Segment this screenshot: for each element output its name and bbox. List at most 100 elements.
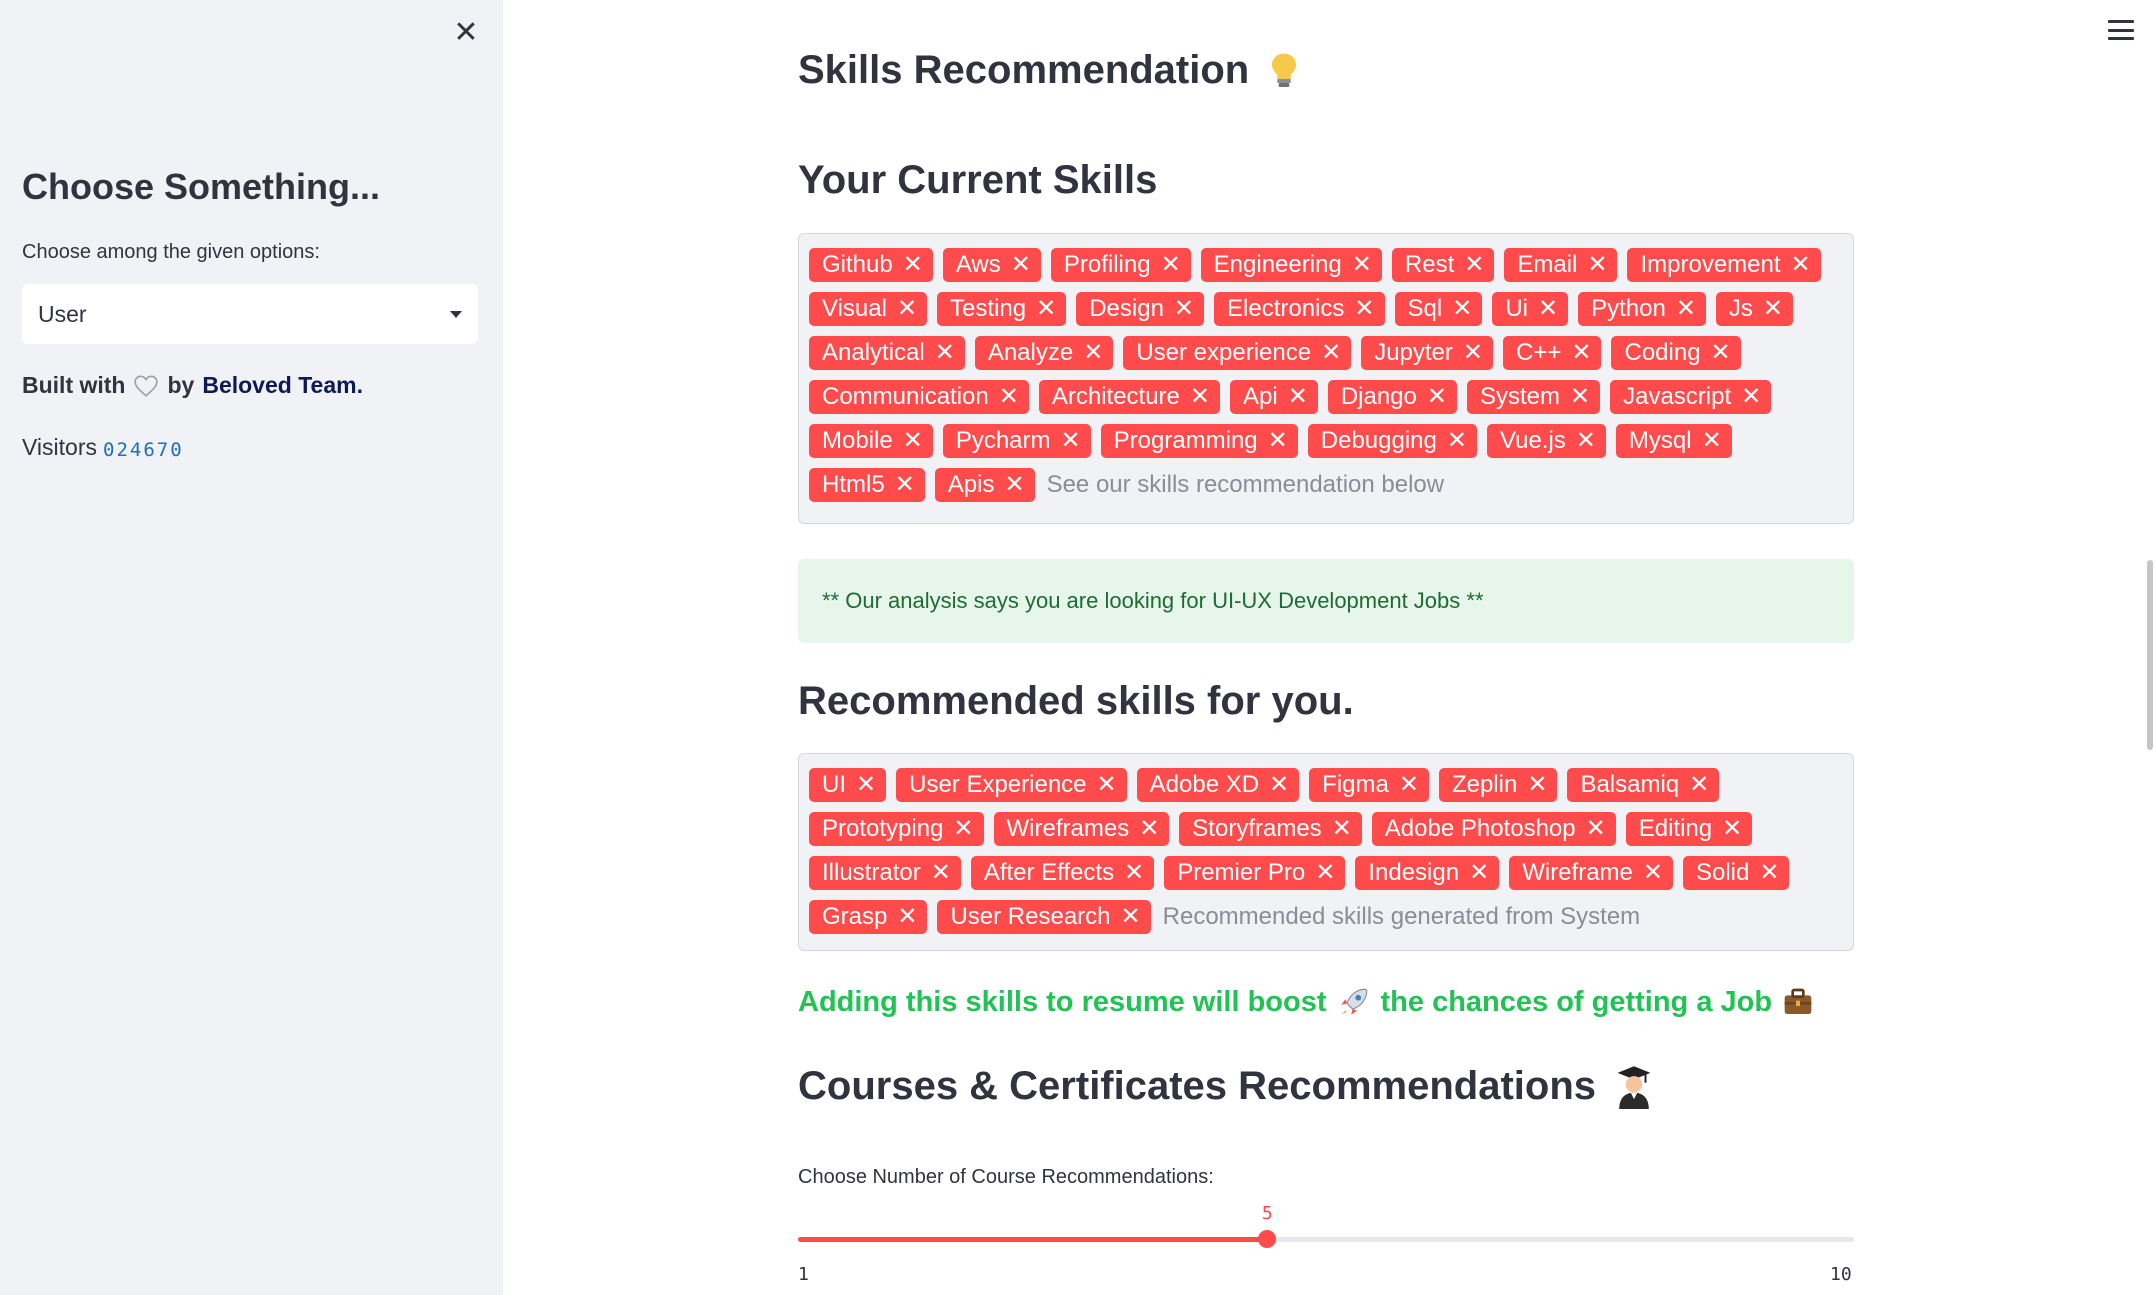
skill-tag[interactable]: Grasp ✕ [809,900,928,934]
skill-tag[interactable]: Github ✕ [809,248,933,282]
remove-tag-icon[interactable]: ✕ [1124,861,1144,885]
remove-tag-icon[interactable]: ✕ [1190,385,1210,409]
remove-tag-icon[interactable]: ✕ [1083,341,1103,365]
skill-tag[interactable]: Pycharm ✕ [942,424,1091,458]
skill-tag[interactable]: Testing ✕ [937,292,1067,326]
remove-tag-icon[interactable]: ✕ [1097,773,1117,797]
skill-tag[interactable]: Prototyping ✕ [809,812,984,846]
remove-tag-icon[interactable]: ✕ [1036,297,1056,321]
remove-tag-icon[interactable]: ✕ [1763,297,1783,321]
skill-tag[interactable]: Ui ✕ [1492,292,1569,326]
remove-tag-icon[interactable]: ✕ [897,905,917,929]
skill-tag[interactable]: Apis ✕ [934,468,1035,502]
skill-tag[interactable]: Api ✕ [1230,380,1318,414]
remove-tag-icon[interactable]: ✕ [1464,253,1484,277]
recommended-skills-input[interactable]: UI ✕ User Experience ✕ Adobe XD ✕ Figma ✕ Zeplin… [798,753,1854,951]
remove-tag-icon[interactable]: ✕ [999,385,1019,409]
remove-tag-icon[interactable]: ✕ [1759,861,1779,885]
skill-tag[interactable]: Architecture ✕ [1038,380,1221,414]
skill-tag[interactable]: Adobe Photoshop ✕ [1371,812,1616,846]
remove-tag-icon[interactable]: ✕ [1571,341,1591,365]
skill-tag[interactable]: Email ✕ [1504,248,1618,282]
skill-tag[interactable]: Illustrator ✕ [809,856,961,890]
slider-thumb[interactable] [1258,1230,1277,1248]
remove-tag-icon[interactable]: ✕ [1321,341,1341,365]
skill-tag[interactable]: Programming ✕ [1100,424,1298,458]
tag-input-placeholder[interactable]: See our skills recommendation below [1045,468,1445,502]
skill-tag[interactable]: Zeplin ✕ [1438,768,1558,802]
remove-tag-icon[interactable]: ✕ [1004,473,1024,497]
close-icon[interactable]: ✕ [448,14,484,50]
skill-tag[interactable]: Balsamiq ✕ [1567,768,1720,802]
skill-tag[interactable]: Electronics ✕ [1214,292,1385,326]
skill-tag[interactable]: Solid ✕ [1682,856,1790,890]
skill-tag[interactable]: System ✕ [1466,380,1601,414]
skill-tag[interactable]: C++ ✕ [1503,336,1602,370]
skill-tag[interactable]: Vue.js ✕ [1486,424,1606,458]
skill-tag[interactable]: Rest ✕ [1391,248,1495,282]
remove-tag-icon[interactable]: ✕ [1315,861,1335,885]
user-type-select[interactable]: User [22,284,478,344]
skill-tag[interactable]: User experience ✕ [1123,336,1352,370]
skill-tag[interactable]: Premier Pro ✕ [1164,856,1346,890]
skill-tag[interactable]: Improvement ✕ [1627,248,1821,282]
skill-tag[interactable]: Communication ✕ [809,380,1029,414]
remove-tag-icon[interactable]: ✕ [1527,773,1547,797]
remove-tag-icon[interactable]: ✕ [1061,429,1081,453]
skill-tag[interactable]: Jupyter ✕ [1361,336,1493,370]
skill-tag[interactable]: Html5 ✕ [809,468,925,502]
scrollbar[interactable] [2147,560,2153,750]
skill-tag[interactable]: Wireframe ✕ [1509,856,1673,890]
remove-tag-icon[interactable]: ✕ [903,429,923,453]
remove-tag-icon[interactable]: ✕ [1427,385,1447,409]
remove-tag-icon[interactable]: ✕ [1268,429,1288,453]
remove-tag-icon[interactable]: ✕ [1587,253,1607,277]
remove-tag-icon[interactable]: ✕ [1570,385,1590,409]
skill-tag[interactable]: Analytical ✕ [809,336,965,370]
skill-tag[interactable]: Wireframes ✕ [993,812,1170,846]
skill-tag[interactable]: Storyframes ✕ [1179,812,1362,846]
skill-tag[interactable]: UI ✕ [809,768,887,802]
skill-tag[interactable]: Editing ✕ [1625,812,1753,846]
course-count-slider[interactable]: 5 [798,1203,1854,1248]
remove-tag-icon[interactable]: ✕ [1702,429,1722,453]
remove-tag-icon[interactable]: ✕ [1689,773,1709,797]
remove-tag-icon[interactable]: ✕ [1586,817,1606,841]
remove-tag-icon[interactable]: ✕ [1121,905,1141,929]
remove-tag-icon[interactable]: ✕ [903,253,923,277]
remove-tag-icon[interactable]: ✕ [1269,773,1289,797]
skill-tag[interactable]: Analyze ✕ [974,336,1114,370]
skill-tag[interactable]: Coding ✕ [1611,336,1741,370]
skill-tag[interactable]: Mobile ✕ [809,424,933,458]
remove-tag-icon[interactable]: ✕ [1452,297,1472,321]
skill-tag[interactable]: Sql ✕ [1394,292,1483,326]
remove-tag-icon[interactable]: ✕ [1676,297,1696,321]
remove-tag-icon[interactable]: ✕ [895,473,915,497]
skill-tag[interactable]: Indesign ✕ [1355,856,1500,890]
skill-tag[interactable]: Engineering ✕ [1200,248,1382,282]
skill-tag[interactable]: Django ✕ [1327,380,1457,414]
remove-tag-icon[interactable]: ✕ [1288,385,1308,409]
remove-tag-icon[interactable]: ✕ [1576,429,1596,453]
remove-tag-icon[interactable]: ✕ [1463,341,1483,365]
skill-tag[interactable]: Profiling ✕ [1050,248,1191,282]
remove-tag-icon[interactable]: ✕ [953,817,973,841]
remove-tag-icon[interactable]: ✕ [1399,773,1419,797]
skill-tag[interactable]: Aws ✕ [942,248,1041,282]
tag-input-placeholder[interactable]: Recommended skills generated from System [1161,900,1641,934]
skill-tag[interactable]: Javascript ✕ [1610,380,1772,414]
skill-tag[interactable]: User Experience ✕ [896,768,1127,802]
current-skills-input[interactable]: Github ✕ Aws ✕ Profiling ✕ Engineering ✕ Rest ✕ Em… [798,233,1854,524]
remove-tag-icon[interactable]: ✕ [931,861,951,885]
skill-tag[interactable]: Figma ✕ [1309,768,1429,802]
skill-tag[interactable]: Js ✕ [1715,292,1794,326]
remove-tag-icon[interactable]: ✕ [1011,253,1031,277]
skill-tag[interactable]: Design ✕ [1076,292,1205,326]
remove-tag-icon[interactable]: ✕ [1791,253,1811,277]
skill-tag[interactable]: Visual ✕ [809,292,928,326]
skill-tag[interactable]: User Research ✕ [937,900,1151,934]
remove-tag-icon[interactable]: ✕ [1722,817,1742,841]
remove-tag-icon[interactable]: ✕ [1538,297,1558,321]
skill-tag[interactable]: Debugging ✕ [1307,424,1477,458]
remove-tag-icon[interactable]: ✕ [1174,297,1194,321]
